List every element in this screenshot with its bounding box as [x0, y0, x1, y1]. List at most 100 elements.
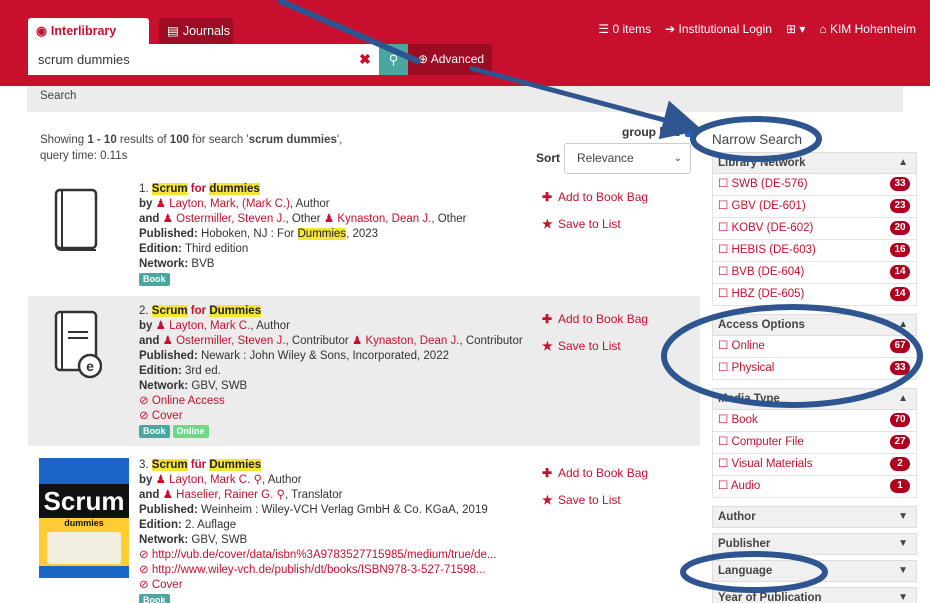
result-item: 1. Scrum for dummies by ♟ Layton, Mark, … [28, 174, 700, 294]
author-link[interactable]: ♟ Kynaston, Dean J. [352, 335, 460, 347]
expand-down-icon: ▼ [898, 511, 908, 522]
cover-subtitle: dummies [39, 518, 129, 528]
facet-item[interactable]: ☐ HBZ (DE-605) 14 [712, 284, 917, 306]
plus-icon: ✚ [542, 190, 553, 204]
facet-item[interactable]: ☐ Audio 1 [712, 476, 917, 498]
author-link[interactable]: ♟ Layton, Mark, (Mark C.) [156, 198, 290, 210]
format-badge: Book [139, 273, 170, 286]
header-bar: ◉Interlibrary Loan ▤Journals ☰ 0 items ➔… [0, 0, 930, 86]
facet-item[interactable]: ☐ BVB (DE-604) 14 [712, 262, 917, 284]
advanced-search-button[interactable]: ⊕ Advanced [408, 44, 492, 75]
clear-search-button[interactable]: ✖ [351, 44, 379, 75]
login-icon: ➔ [665, 22, 679, 36]
count-badge: 23 [890, 199, 910, 213]
book-icon [54, 188, 98, 251]
facet-item-physical[interactable]: ☐ Physical 33 [712, 358, 917, 380]
facet-publisher[interactable]: Publisher ▼ [712, 533, 917, 555]
expand-down-icon: ▼ [898, 565, 908, 576]
search-icon[interactable]: ⚲ [254, 474, 262, 486]
star-icon: ★ [542, 217, 553, 231]
search-button[interactable]: ⚲ [379, 44, 408, 75]
facet-media-type[interactable]: Media Type ▲ [712, 388, 917, 410]
result-title-link[interactable]: Scrum for dummies [151, 183, 260, 195]
save-to-list-link[interactable]: ★ Save to List [542, 217, 648, 231]
result-actions: ✚ Add to Book Bag ★ Save to List [542, 312, 648, 366]
sort-label: Sort [536, 151, 560, 165]
expand-down-icon: ▼ [898, 592, 908, 603]
result-details: 2. Scrum for Dummies by ♟ Layton, Mark C… [139, 304, 539, 438]
facet-item[interactable]: ☐ SWB (DE-576) 33 [712, 174, 917, 196]
collapse-up-icon: ▲ [898, 319, 908, 330]
author-link[interactable]: ♟ Layton, Mark C. [156, 320, 251, 332]
count-badge: 20 [890, 221, 910, 235]
facet-year-of-publication[interactable]: Year of Publication ▼ [712, 587, 917, 603]
author-link[interactable]: ♟ Ostermiller, Steven J. [163, 335, 286, 347]
search-icon: ⚲ [388, 52, 399, 67]
target-icon: ◉ [36, 24, 47, 38]
breadcrumb-search: Search [40, 90, 77, 102]
plus-icon: ✚ [542, 312, 553, 326]
result-item: e 2. Scrum for Dummies by ♟ Layton, Mark… [28, 296, 700, 446]
facet-item[interactable]: ☐ KOBV (DE-602) 20 [712, 218, 917, 240]
facet-library-network[interactable]: Library Network ▲ [712, 152, 917, 174]
ebook-icon: e [54, 310, 102, 379]
facet-access-options[interactable]: Access Options ▲ [712, 314, 917, 336]
count-badge: 2 [890, 457, 910, 471]
save-to-list-link[interactable]: ★ Save to List [542, 339, 648, 353]
book-bag-link[interactable]: ☰ 0 items [598, 22, 651, 36]
sort-select[interactable]: Relevance ⌄ [564, 143, 691, 174]
external-link[interactable]: ⊘ http://www.wiley-vch.de/publish/dt/boo… [139, 563, 539, 578]
cover-title: Scrum [39, 484, 129, 518]
add-to-book-bag-link[interactable]: ✚ Add to Book Bag [542, 190, 648, 204]
query-time: query time: 0.11s [40, 150, 128, 162]
search-icon[interactable]: ⚲ [277, 489, 285, 501]
cover-link[interactable]: ⊘ Cover [139, 409, 539, 424]
language-switcher[interactable]: ⊞ ▾ [786, 22, 805, 36]
institutional-login-link[interactable]: ➔ Institutional Login [665, 22, 772, 36]
author-link[interactable]: ♟ Ostermiller, Steven J. [163, 213, 286, 225]
flag-icon: ⊞ [785, 22, 796, 36]
journal-icon: ▤ [167, 24, 179, 38]
facet-language[interactable]: Language ▼ [712, 560, 917, 582]
facet-item[interactable]: ☐ Computer File 27 [712, 432, 917, 454]
tab-journals[interactable]: ▤ Journals [159, 18, 233, 44]
star-icon: ★ [542, 493, 553, 507]
author-link[interactable]: ♟ Layton, Mark C. ⚲ [156, 474, 262, 486]
user-account-link[interactable]: ⌂ KIM Hohenheim [819, 22, 916, 36]
zoom-icon: ⊕ [418, 52, 431, 66]
cover-link[interactable]: ⊘ Cover [139, 578, 539, 593]
facet-item[interactable]: ☐ GBV (DE-601) 23 [712, 196, 917, 218]
search-input[interactable] [28, 44, 351, 75]
save-to-list-link[interactable]: ★ Save to List [542, 493, 648, 507]
facet-item[interactable]: ☐ Book 70 [712, 410, 917, 432]
online-access-link[interactable]: ⊘ Online Access [139, 394, 539, 409]
result-title-link[interactable]: Scrum für Dummies [151, 459, 262, 471]
collapse-up-icon: ▲ [898, 157, 908, 168]
tab-interlibrary-loan[interactable]: ◉Interlibrary Loan [28, 18, 149, 64]
facet-author[interactable]: Author ▼ [712, 506, 917, 528]
plus-icon: ✚ [542, 466, 553, 480]
chevron-down-icon: ⌄ [673, 153, 682, 164]
link-icon: ⊘ [139, 564, 152, 576]
add-to-book-bag-link[interactable]: ✚ Add to Book Bag [542, 312, 648, 326]
link-icon: ⊘ [139, 579, 152, 591]
count-badge: 16 [890, 243, 910, 257]
add-to-book-bag-link[interactable]: ✚ Add to Book Bag [542, 466, 648, 480]
result-title-link[interactable]: Scrum for Dummies [151, 305, 262, 317]
group-hits-checkbox[interactable] [684, 127, 695, 137]
result-actions: ✚ Add to Book Bag ★ Save to List [542, 466, 648, 520]
format-badge: Book [139, 425, 170, 438]
facet-item[interactable]: ☐ Visual Materials 2 [712, 454, 917, 476]
author-link[interactable]: ♟ Kynaston, Dean J. [324, 213, 432, 225]
facet-item[interactable]: ☐ HEBIS (DE-603) 16 [712, 240, 917, 262]
book-cover-image[interactable]: Scrum dummies [39, 458, 129, 578]
external-link[interactable]: ⊘ http://vub.de/cover/data/isbn%3A978352… [139, 548, 539, 563]
link-icon: ⊘ [139, 395, 152, 407]
result-details: 1. Scrum for dummies by ♟ Layton, Mark, … [139, 183, 467, 286]
link-icon: ⊘ [139, 410, 152, 422]
collapse-up-icon: ▲ [898, 393, 908, 404]
facet-item-online[interactable]: ☐ Online 67 [712, 336, 917, 358]
author-link[interactable]: ♟ Haselier, Rainer G. ⚲ [163, 489, 285, 501]
group-hits-toggle[interactable]: group hits [622, 125, 695, 139]
result-summary: Showing 1 - 10 results of 100 for search… [40, 134, 343, 162]
